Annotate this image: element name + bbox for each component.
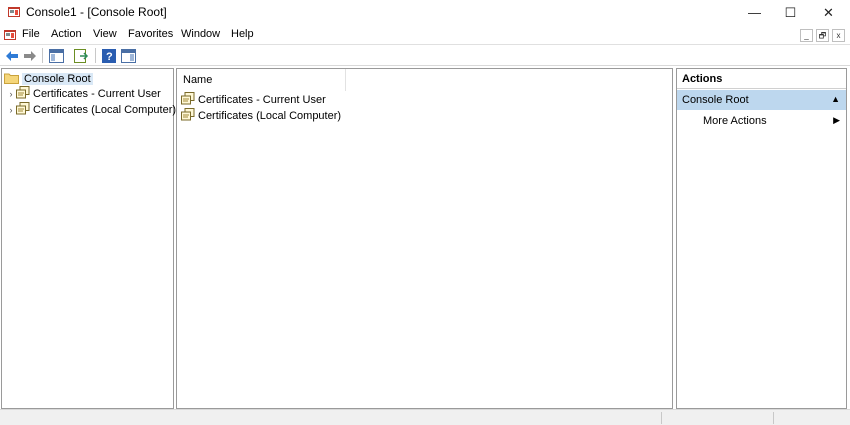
svg-text:?: ?	[106, 51, 113, 63]
menu-bar: File Action View Favorites Window Help _…	[0, 25, 850, 45]
maximize-button[interactable]: ☐	[772, 0, 809, 25]
mdi-close-button[interactable]: x	[832, 29, 845, 42]
certificates-snapin-icon	[181, 108, 195, 124]
toolbar-separator	[95, 48, 96, 63]
mmc-menu-icon[interactable]	[3, 28, 17, 42]
show-hide-tree-icon[interactable]	[48, 47, 65, 64]
tree-item-label: Certificates - Current User	[33, 88, 161, 100]
certificates-snapin-icon	[16, 102, 30, 118]
mdi-minimize-button[interactable]: _	[800, 29, 813, 42]
help-icon[interactable]: ?	[100, 47, 117, 64]
list-item-label: Certificates - Current User	[198, 94, 326, 106]
results-pane[interactable]: Name Certificates - Current User Certifi…	[176, 68, 673, 409]
export-list-icon[interactable]	[73, 47, 90, 64]
submenu-arrow-icon: ▶	[833, 115, 840, 125]
minimize-button[interactable]: —	[736, 0, 773, 25]
certificates-snapin-icon	[181, 92, 195, 108]
more-actions-item[interactable]: More Actions ▶	[677, 112, 846, 130]
menu-window[interactable]: Window	[181, 28, 220, 40]
tree-item-console-root[interactable]: Console Root	[4, 71, 93, 87]
tree-item-label: Console Root	[22, 73, 93, 85]
close-button[interactable]: ✕	[810, 0, 847, 25]
more-actions-label: More Actions	[703, 115, 767, 127]
menu-file[interactable]: File	[22, 28, 40, 40]
chevron-right-icon[interactable]: ›	[6, 105, 16, 115]
status-bar-divider	[773, 412, 774, 424]
actions-section-header[interactable]: Console Root ▲	[677, 90, 846, 110]
forward-arrow-icon[interactable]	[21, 47, 38, 64]
show-hide-action-pane-icon[interactable]	[120, 47, 137, 64]
back-arrow-icon[interactable]	[3, 47, 20, 64]
window-title: Console1 - [Console Root]	[26, 5, 167, 19]
chevron-right-icon[interactable]: ›	[6, 89, 16, 99]
title-bar: Console1 - [Console Root] — ☐ ✕	[0, 0, 850, 25]
menu-view[interactable]: View	[93, 28, 117, 40]
console-tree-pane[interactable]: Console Root › Certificates - Current Us…	[1, 68, 176, 409]
menu-help[interactable]: Help	[231, 28, 254, 40]
folder-icon	[4, 72, 19, 87]
menu-action[interactable]: Action	[51, 28, 82, 40]
status-bar	[0, 409, 850, 425]
mdi-restore-button[interactable]: 🗗	[816, 29, 829, 42]
column-header-label: Name	[183, 74, 213, 86]
tree-item-certificates-local-computer[interactable]: › Certificates (Local Computer)	[6, 102, 176, 118]
menu-favorites[interactable]: Favorites	[128, 28, 173, 40]
actions-pane: Actions Console Root ▲ More Actions ▶	[676, 68, 847, 409]
actions-title-label: Actions	[682, 73, 723, 85]
tree-item-label: Certificates (Local Computer)	[33, 104, 177, 116]
list-item[interactable]: Certificates - Current User	[181, 92, 326, 108]
actions-section-label: Console Root	[682, 94, 749, 106]
toolbar-separator	[42, 48, 43, 63]
certificates-snapin-icon	[16, 86, 30, 102]
toolbar: ?	[0, 45, 850, 66]
column-header-name[interactable]: Name	[177, 69, 346, 91]
tree-item-certificates-current-user[interactable]: › Certificates - Current User	[6, 86, 161, 102]
list-item-label: Certificates (Local Computer)	[198, 110, 342, 122]
mmc-app-icon[interactable]	[7, 5, 21, 19]
collapse-caret-icon[interactable]: ▲	[831, 94, 840, 104]
list-item[interactable]: Certificates (Local Computer)	[181, 108, 341, 124]
actions-pane-title: Actions	[677, 69, 846, 89]
status-bar-divider	[661, 412, 662, 424]
